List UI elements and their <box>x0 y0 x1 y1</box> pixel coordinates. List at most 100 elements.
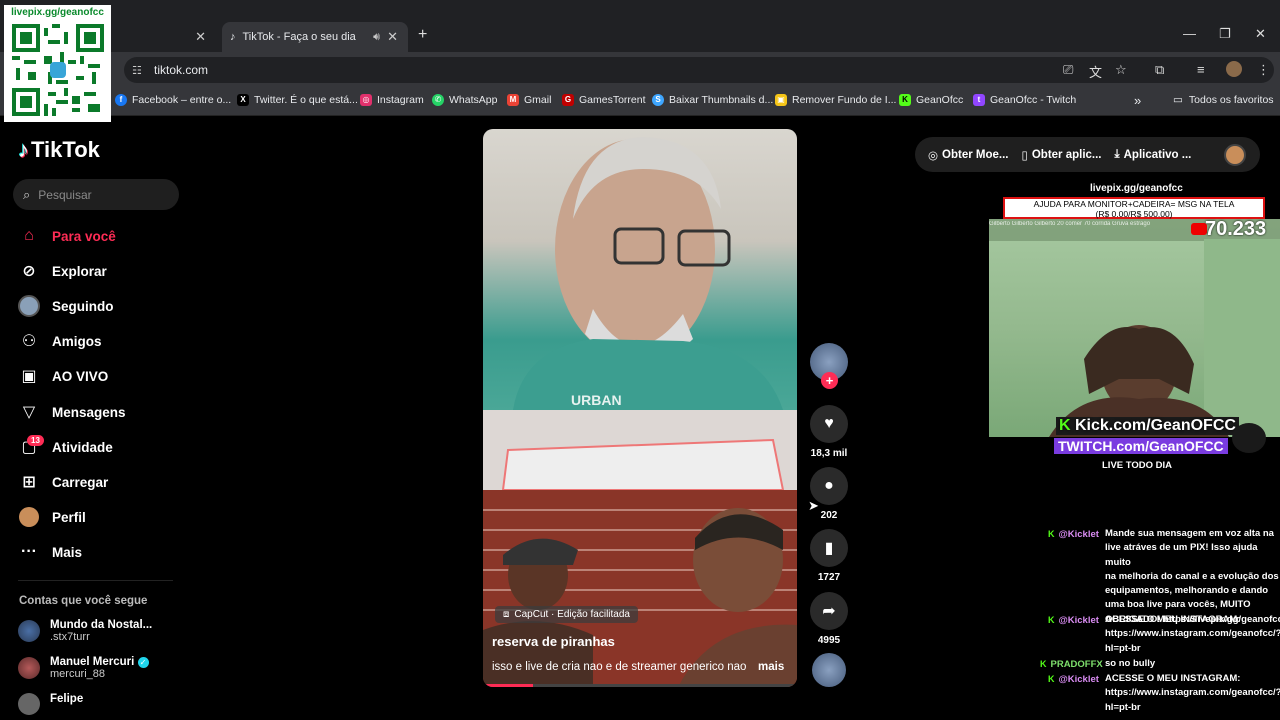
close-tab-icon[interactable]: ✕ <box>387 29 398 45</box>
user-avatar[interactable] <box>1224 143 1246 166</box>
gmail-icon: M <box>507 94 519 106</box>
x-icon: X <box>237 94 249 106</box>
kick-badge-icon: K <box>1048 529 1055 539</box>
share-count: 4995 <box>817 635 841 646</box>
bookmark-instagram[interactable]: ◎ Instagram <box>360 92 424 108</box>
speaker-icon[interactable]: 🔊︎ <box>373 31 380 44</box>
browser-tab[interactable]: ✕ <box>112 22 216 52</box>
like-action[interactable]: ♥ 18,3 mil <box>810 405 848 459</box>
nav-for-you[interactable]: ⌂ Para você <box>18 223 116 249</box>
upload-icon: ⊞ <box>22 474 36 491</box>
heart-icon[interactable]: ♥ <box>810 405 848 443</box>
install-app-icon[interactable]: ⎚ <box>1063 62 1073 78</box>
browser-tab-active[interactable]: ♪ TikTok - Faça o seu dia 🔊︎ ✕ <box>222 22 408 52</box>
media-control-icon[interactable]: ≡ <box>1197 62 1205 77</box>
all-bookmarks-folder[interactable]: ▭ Todos os favoritos <box>1173 92 1274 108</box>
video-progress-bar[interactable] <box>483 684 797 687</box>
search-icon: ⌕ <box>23 186 31 202</box>
bookmark-thumbnails[interactable]: S Baixar Thumbnails d... <box>652 92 773 108</box>
site-info-icon[interactable]: ☷ <box>132 64 142 77</box>
bookmark-gamestorrent[interactable]: G GamesTorrent <box>562 92 646 108</box>
menu-kebab-icon[interactable]: ⋮ <box>1257 62 1270 78</box>
bookmark-icon[interactable]: ▮ <box>810 529 848 567</box>
viewer-counter: 70.233 <box>1205 218 1267 240</box>
nav-friends[interactable]: ⚇ Amigos <box>18 328 102 354</box>
scroll-down-button[interactable] <box>1232 423 1266 453</box>
creator-avatar[interactable]: + <box>810 343 848 389</box>
activity-badge: 13 <box>27 435 44 446</box>
music-disc[interactable] <box>810 653 848 687</box>
account-item[interactable]: Mundo da Nostal... .stx7turr <box>18 619 152 643</box>
coin-icon: ◎ <box>928 149 939 162</box>
nav-upload[interactable]: ⊞ Carregar <box>18 469 108 495</box>
extensions-icon[interactable]: ⧉ <box>1155 62 1164 78</box>
tiktok-favicon-icon: ♪ <box>230 31 236 43</box>
kick-badge-icon: K <box>1048 615 1055 625</box>
twitch-channel-text: TWITCH.com/GeanOFCC <box>1054 438 1228 454</box>
bookmarks-overflow-icon[interactable]: » <box>1134 92 1141 108</box>
video-player[interactable]: URBAN ⧈ CapCut · Edição facilitada reser… <box>483 129 797 687</box>
profile-avatar-icon[interactable] <box>1226 61 1242 77</box>
share-action[interactable]: ➦ 4995 <box>810 592 848 646</box>
kick-badge-icon: K <box>1040 659 1047 669</box>
bookmark-gmail[interactable]: M Gmail <box>507 92 551 108</box>
like-count: 18,3 mil <box>810 448 848 459</box>
account-item[interactable]: Felipe <box>18 693 83 720</box>
following-accounts-title: Contas que você segue <box>19 595 148 607</box>
live-icon: ▣ <box>21 368 37 385</box>
shirt-text: URBAN <box>571 392 622 408</box>
stream-donation-link: livepix.gg/geanofcc <box>1090 183 1183 194</box>
video-top-frame: URBAN <box>483 129 797 410</box>
live-daily-text: LIVE TODO DIA <box>1102 460 1173 471</box>
account-avatar <box>18 620 40 642</box>
get-coins-button[interactable]: ◎ Obter Moe... <box>928 148 1009 162</box>
bookmark-remove-bg[interactable]: ▣ Remover Fundo de I... <box>775 92 896 108</box>
avatar-icon <box>18 295 40 317</box>
get-app-button[interactable]: ▯ Obter aplic... <box>1022 148 1102 162</box>
chat-message: K @Kicklet ACESSE O MEU INSTAGRAM: https:/… <box>1048 673 1280 713</box>
bookmark-whatsapp[interactable]: ✆ WhatsApp <box>432 92 497 108</box>
bookmark-twitter[interactable]: X Twitter. É o que está... <box>237 92 358 108</box>
bookmark-star-icon[interactable]: ☆ <box>1115 62 1127 78</box>
minimize-icon[interactable]: — <box>1183 26 1196 41</box>
share-icon[interactable]: ➦ <box>810 592 848 630</box>
account-avatar <box>18 657 40 679</box>
streamer-webcam: Gilberto Gilberto Gilberto 20 comer 70 c… <box>989 219 1280 437</box>
nav-following[interactable]: Seguindo <box>18 293 114 319</box>
account-avatar <box>18 693 40 715</box>
qr-link-text: livepix.gg/geanofcc <box>11 7 104 18</box>
whatsapp-icon: ✆ <box>432 94 444 106</box>
bookmark-kick[interactable]: K GeanOfcc <box>899 92 963 108</box>
description-more-link[interactable]: mais <box>758 661 784 673</box>
close-tab-icon[interactable]: ✕ <box>195 29 206 45</box>
friends-icon: ⚇ <box>21 333 37 350</box>
search-box[interactable]: ⌕ Pesquisar <box>13 179 179 210</box>
twitch-icon: t <box>973 94 985 106</box>
verified-icon: ✓ <box>137 657 149 668</box>
bookmark-facebook[interactable]: f Facebook – entre o... <box>115 92 231 108</box>
top-actions-pill: ◎ Obter Moe... ▯ Obter aplic... ⤓ Aplicativ… <box>915 137 1260 172</box>
nav-more[interactable]: ··· Mais <box>18 539 82 565</box>
follow-plus-icon[interactable]: + <box>821 372 838 389</box>
thumbnail-icon: S <box>652 94 664 106</box>
bookmark-twitch[interactable]: t GeanOfcc - Twitch <box>973 92 1076 108</box>
save-action[interactable]: ▮ 1727 <box>810 529 848 583</box>
qr-code-icon <box>12 24 104 116</box>
tiktok-logo[interactable]: ♪ TikTok <box>18 137 100 163</box>
new-tab-icon[interactable]: + <box>418 26 427 44</box>
nav-profile[interactable]: Perfil <box>18 504 86 530</box>
nav-explore[interactable]: ⊘ Explorar <box>18 258 106 284</box>
close-window-icon[interactable]: ✕ <box>1255 26 1266 42</box>
video-description: isso e live de cria nao e de streamer ge… <box>492 661 747 673</box>
folder-icon: ▭ <box>1173 94 1183 106</box>
capcut-label[interactable]: ⧈ CapCut · Edição facilitada <box>495 606 638 623</box>
desktop-app-button[interactable]: ⤓ Aplicativo ... <box>1115 148 1192 161</box>
save-count: 1727 <box>817 572 841 583</box>
restore-icon[interactable]: ❐ <box>1219 26 1231 42</box>
translate-icon[interactable]: 文 <box>1089 62 1102 81</box>
account-item[interactable]: Manuel Mercuri ✓ mercuri_88 <box>18 656 149 680</box>
nav-live[interactable]: ▣ AO VIVO <box>18 363 108 389</box>
nav-messages[interactable]: ▽ Mensagens <box>18 399 126 425</box>
kick-icon: K <box>899 94 911 106</box>
logo-text: TikTok <box>31 137 100 162</box>
